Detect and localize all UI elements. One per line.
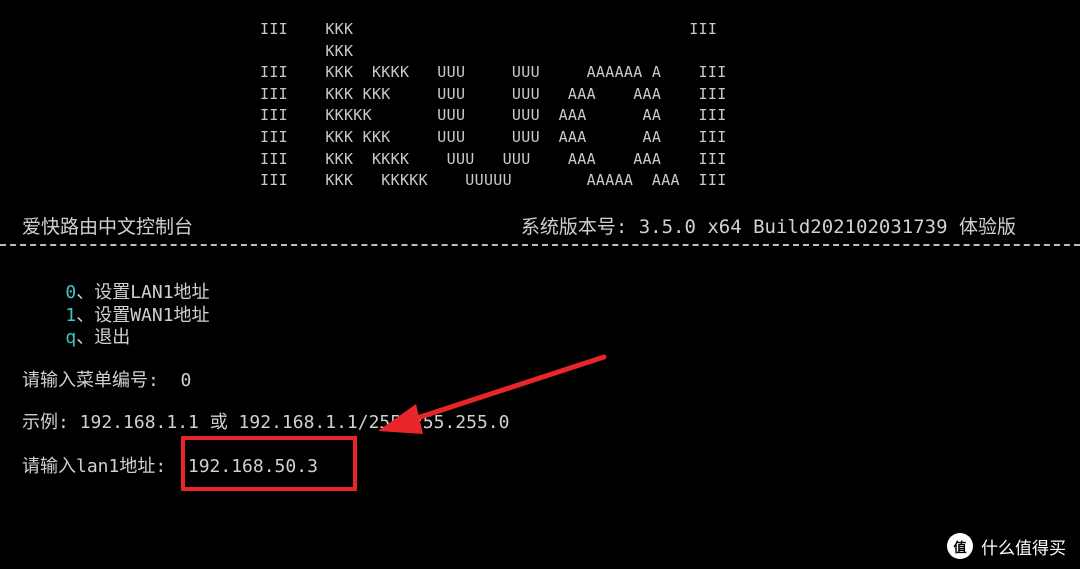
watermark-text: 什么值得买 — [981, 538, 1066, 559]
terminal-window: III KKK III KKK III KKK KKKK UUU UUU AAA… — [0, 0, 1080, 569]
watermark: 值 什么值得买 — [947, 533, 1066, 559]
watermark-logo-icon: 值 — [947, 533, 973, 559]
annotation-arrow-icon — [378, 354, 607, 434]
